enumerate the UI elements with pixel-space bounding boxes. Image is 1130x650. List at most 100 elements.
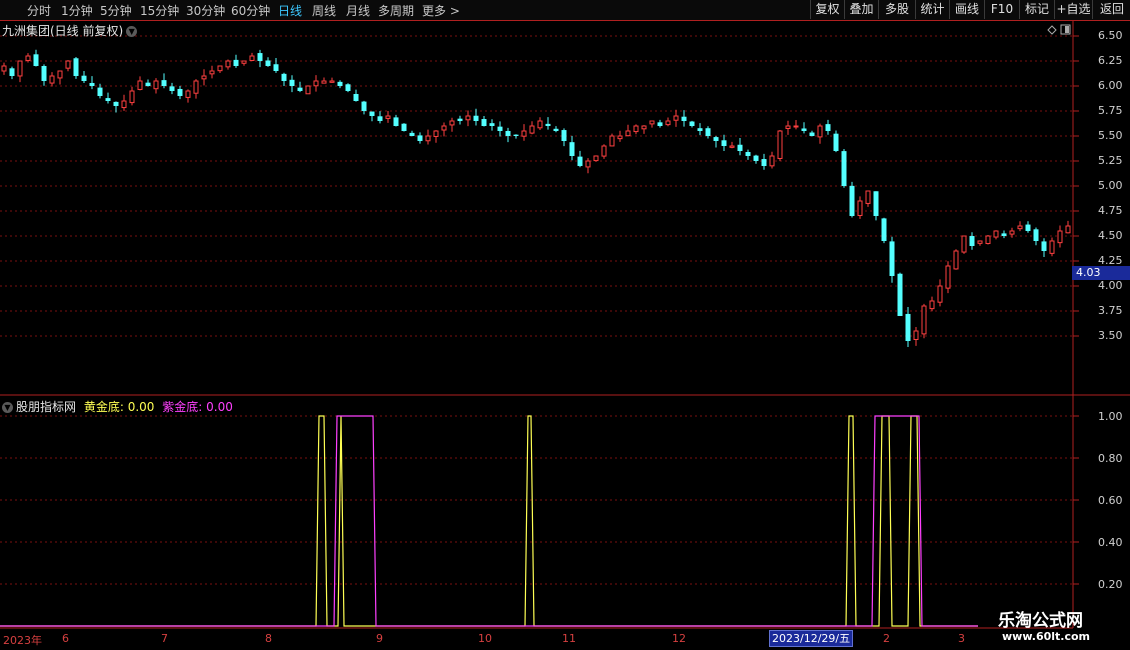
- indicator-tick: 0.80: [1098, 452, 1123, 465]
- candle-body: [9, 68, 15, 76]
- candle-body: [369, 111, 375, 116]
- candle-body: [489, 123, 495, 126]
- price-tick: 5.75: [1098, 104, 1123, 117]
- candle-body: [881, 218, 887, 241]
- candle-body: [729, 145, 735, 148]
- date-label: 12: [672, 632, 686, 645]
- candle-body: [665, 120, 671, 126]
- candle-body: [81, 75, 87, 81]
- main-chart-title: 九洲集团(日线 前复权) ▼: [2, 22, 138, 39]
- candle-body: [745, 151, 751, 156]
- date-label: 9: [376, 632, 383, 645]
- candle-body: [905, 313, 911, 341]
- candle-body: [353, 93, 359, 101]
- series2-label: 紫金底:: [162, 400, 203, 414]
- candle-body: [25, 55, 31, 61]
- candle-body: [457, 118, 463, 121]
- candle-body: [1041, 241, 1047, 251]
- candle-body: [361, 101, 367, 111]
- indicator-title: ▼ 股朋指标网 黄金底: 0.00 紫金底: 0.00: [2, 398, 233, 415]
- candle-body: [769, 155, 775, 167]
- candle-body: [977, 240, 983, 244]
- candle-body: [345, 84, 351, 91]
- candle-body: [897, 273, 903, 316]
- chevron-down-icon[interactable]: ▼: [126, 26, 138, 37]
- candle-body: [65, 60, 71, 69]
- candle-body: [97, 87, 103, 96]
- date-label: 2: [883, 632, 890, 645]
- candle-body: [737, 144, 743, 151]
- candle-body: [321, 80, 327, 84]
- indicator-tick: 0.40: [1098, 536, 1123, 549]
- candle-body: [273, 64, 279, 71]
- candle-body: [713, 137, 719, 141]
- candle-body: [1065, 225, 1071, 234]
- candle-body: [49, 75, 55, 84]
- candle-body: [809, 132, 815, 136]
- candle-body: [297, 87, 303, 91]
- watermark-logo: 乐淘公式网: [998, 611, 1083, 631]
- indicator-line-2: [0, 415, 978, 627]
- candle-body: [929, 300, 935, 310]
- candle-body: [481, 119, 487, 126]
- candle-body: [617, 135, 623, 140]
- stock-chart[interactable]: [0, 0, 1130, 650]
- candle-body: [817, 125, 823, 138]
- candle-body: [33, 54, 39, 66]
- candle-body: [129, 90, 135, 104]
- candle-body: [585, 160, 591, 168]
- candle-body: [825, 124, 831, 131]
- chevron-down-icon[interactable]: ▼: [2, 402, 13, 413]
- date-label: 7: [161, 632, 168, 645]
- candle-body: [641, 125, 647, 130]
- diamond-icon[interactable]: [1047, 25, 1057, 35]
- candle-body: [153, 80, 159, 90]
- price-tick: 5.25: [1098, 154, 1123, 167]
- candle-body: [1025, 224, 1031, 231]
- candle-body: [545, 123, 551, 126]
- candle-body: [601, 145, 607, 157]
- price-tick: 3.75: [1098, 304, 1123, 317]
- price-tick: 4.50: [1098, 229, 1123, 242]
- candle-body: [377, 116, 383, 121]
- candle-body: [553, 128, 559, 131]
- candle-body: [89, 82, 95, 86]
- candle-body: [449, 120, 455, 126]
- candle-body: [161, 80, 167, 86]
- candle-body: [145, 82, 151, 86]
- candle-body: [985, 235, 991, 245]
- candle-body: [753, 155, 759, 161]
- candle-body: [425, 135, 431, 142]
- price-tick: 3.50: [1098, 329, 1123, 342]
- candle-body: [689, 121, 695, 126]
- candle-body: [921, 305, 927, 335]
- candle-body: [185, 90, 191, 98]
- candle-body: [1049, 240, 1055, 254]
- candle-body: [1001, 233, 1007, 236]
- current-price-badge: 4.03: [1072, 266, 1130, 280]
- date-label: 6: [62, 632, 69, 645]
- date-label: 3: [958, 632, 965, 645]
- candle-body: [337, 81, 343, 86]
- date-label: 2023年: [3, 634, 42, 647]
- candle-body: [177, 88, 183, 96]
- candle-body: [505, 130, 511, 136]
- date-label: 11: [562, 632, 576, 645]
- indicator-tick: 1.00: [1098, 410, 1123, 423]
- candle-body: [625, 130, 631, 137]
- candle-body: [465, 115, 471, 121]
- candle-body: [1017, 225, 1023, 230]
- candle-body: [521, 130, 527, 137]
- date-label: 8: [265, 632, 272, 645]
- candle-body: [721, 140, 727, 146]
- candle-body: [969, 236, 975, 246]
- candle-body: [681, 116, 687, 121]
- candle-body: [657, 122, 663, 126]
- candle-body: [217, 65, 223, 72]
- candle-body: [241, 60, 247, 64]
- indicator-line-1: [0, 415, 978, 627]
- candle-body: [193, 80, 199, 94]
- candle-body: [833, 133, 839, 151]
- candle-body: [537, 120, 543, 129]
- candle-body: [57, 70, 63, 79]
